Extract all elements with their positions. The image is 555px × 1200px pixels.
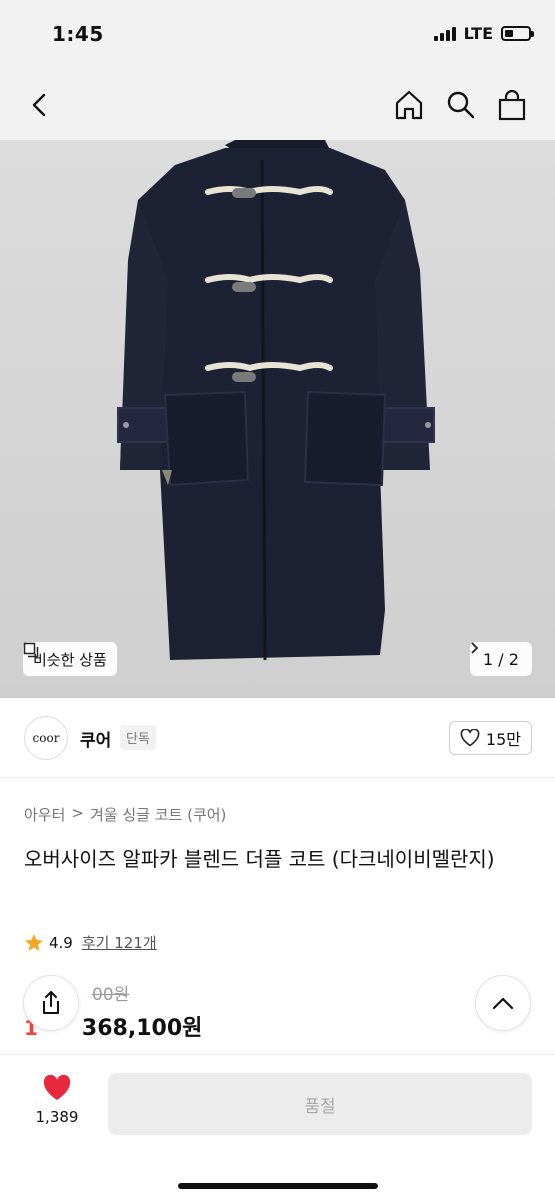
status-indicators: LTE bbox=[433, 24, 534, 43]
rating-value: 4.9 bbox=[49, 933, 73, 952]
brand-logo-text: coor bbox=[32, 731, 60, 745]
brand-like-button[interactable]: 15만 bbox=[448, 721, 532, 755]
top-nav-bar bbox=[0, 70, 555, 140]
scroll-to-top-button[interactable] bbox=[475, 975, 531, 1031]
chevron-right-icon bbox=[471, 642, 478, 654]
chevron-up-icon bbox=[492, 997, 514, 1010]
home-icon[interactable] bbox=[391, 87, 427, 123]
brand-name[interactable]: 쿠어 bbox=[80, 726, 111, 751]
image-page-indicator[interactable]: 1 / 2 bbox=[470, 642, 532, 676]
breadcrumb-separator-icon: > bbox=[71, 804, 84, 822]
breadcrumb-item[interactable]: 겨울 싱글 코트 (쿠어) bbox=[90, 804, 226, 825]
heart-outline-icon bbox=[460, 729, 480, 747]
breadcrumb-item[interactable]: 아우터 bbox=[24, 804, 65, 825]
wishlist-button[interactable]: 1,389 bbox=[28, 1075, 86, 1126]
bottom-action-bar: 1,389 품절 bbox=[0, 1054, 555, 1200]
reviews-link[interactable]: 후기 121개 bbox=[82, 932, 157, 953]
shopping-bag-icon[interactable] bbox=[494, 87, 530, 123]
product-image bbox=[117, 140, 435, 661]
battery-level bbox=[505, 30, 513, 37]
brand-like-count: 15만 bbox=[485, 730, 521, 749]
network-label: LTE bbox=[463, 24, 493, 43]
exclusive-badge: 단독 bbox=[120, 725, 156, 750]
sold-out-label: 품절 bbox=[304, 1096, 336, 1117]
status-bar: 1:45 LTE bbox=[0, 0, 555, 70]
share-icon bbox=[43, 991, 59, 1014]
brand-row: coor 쿠어 단독 15만 bbox=[0, 698, 555, 778]
signal-icon bbox=[433, 26, 456, 41]
product-image-gallery[interactable]: 비슷한 상품 1 / 2 bbox=[0, 140, 555, 698]
product-title: 오버사이즈 알파카 블렌드 더플 코트 (다크네이비멜란지) bbox=[24, 847, 495, 871]
share-button[interactable] bbox=[23, 975, 79, 1031]
sold-out-button[interactable]: 품절 bbox=[108, 1073, 532, 1135]
star-icon bbox=[25, 933, 43, 951]
original-price: 00원 bbox=[92, 985, 130, 1005]
similar-products-button[interactable]: 비슷한 상품 bbox=[23, 642, 117, 676]
sale-price: 368,100원 bbox=[81, 1016, 203, 1041]
status-time: 1:45 bbox=[52, 22, 104, 46]
similar-products-label: 비슷한 상품 bbox=[33, 650, 107, 669]
chevron-left-icon[interactable] bbox=[22, 87, 58, 123]
breadcrumb: 아우터 > 겨울 싱글 코트 (쿠어) bbox=[24, 804, 226, 825]
search-icon[interactable] bbox=[443, 87, 479, 123]
page-indicator-text: 1 / 2 bbox=[483, 649, 519, 669]
copy-icon bbox=[23, 642, 39, 658]
home-indicator bbox=[178, 1183, 378, 1189]
brand-logo[interactable]: coor bbox=[24, 716, 68, 760]
wishlist-count: 1,389 bbox=[35, 1108, 79, 1126]
battery-icon bbox=[501, 26, 534, 41]
rating-row: 4.9 후기 121개 bbox=[24, 932, 157, 953]
heart-filled-icon bbox=[43, 1075, 71, 1100]
